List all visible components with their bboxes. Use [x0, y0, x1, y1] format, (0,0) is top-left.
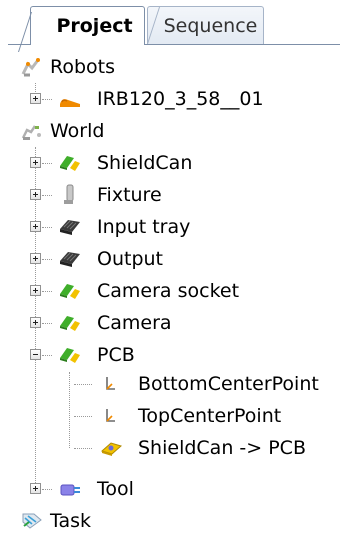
tree-label-attachment: ShieldCan -> PCB [138, 437, 306, 459]
tree-node-output[interactable]: Output [0, 243, 348, 275]
tree-label-output: Output [97, 248, 163, 270]
tree-node-task[interactable]: Task [0, 505, 348, 537]
frame-icon [99, 405, 123, 427]
part-icon [58, 280, 82, 302]
part-icon [58, 344, 82, 366]
tree-label-bottom-center-point: BottomCenterPoint [138, 373, 319, 395]
tree-label-top-center-point: TopCenterPoint [138, 405, 282, 427]
robots-folder-icon [20, 56, 44, 78]
tray-icon [58, 216, 82, 238]
tab-project[interactable]: Project [30, 6, 145, 45]
project-tree: Robots IRB120_3_58__01 World ShieldCan F… [0, 46, 348, 538]
tree-label-input-tray: Input tray [97, 216, 191, 238]
expand-robot-button[interactable] [30, 93, 41, 104]
tree-node-top-center-point[interactable]: TopCenterPoint [0, 400, 348, 432]
task-icon [20, 510, 44, 532]
tree-label-task: Task [50, 510, 92, 532]
tree-node-fixture[interactable]: Fixture [0, 179, 348, 211]
fixture-icon [58, 184, 82, 206]
world-station-icon [20, 120, 44, 142]
tree-node-robot[interactable]: IRB120_3_58__01 [0, 83, 348, 115]
robot-arm-icon [58, 88, 82, 110]
expand-output-button[interactable] [30, 253, 41, 264]
tree-label-robot: IRB120_3_58__01 [97, 88, 264, 110]
tray-icon [58, 248, 82, 270]
tree-node-input-tray[interactable]: Input tray [0, 211, 348, 243]
tree-node-world[interactable]: World [0, 115, 348, 147]
tab-sequence[interactable]: Sequence [147, 6, 264, 44]
tree-node-pcb[interactable]: PCB [0, 339, 348, 371]
attachment-icon [99, 437, 123, 459]
tree-node-robots[interactable]: Robots [0, 51, 348, 83]
tree-node-tool[interactable]: Tool [0, 473, 348, 505]
tree-node-camera[interactable]: Camera [0, 307, 348, 339]
part-icon [58, 152, 82, 174]
frame-icon [99, 373, 123, 395]
tree-node-camera-socket[interactable]: Camera socket [0, 275, 348, 307]
expand-camera-socket-button[interactable] [30, 285, 41, 296]
expand-tool-button[interactable] [30, 483, 41, 494]
tree-label-robots: Robots [50, 56, 116, 78]
tree-label-pcb: PCB [97, 344, 135, 366]
tree-label-fixture: Fixture [97, 184, 162, 206]
tool-icon [58, 478, 82, 500]
collapse-pcb-button[interactable] [30, 349, 41, 360]
tree-node-bottom-center-point[interactable]: BottomCenterPoint [0, 368, 348, 400]
expand-shieldcan-button[interactable] [30, 157, 41, 168]
tree-node-attachment[interactable]: ShieldCan -> PCB [0, 432, 348, 464]
project-panel: Sequence Project Robots IRB120_3_58__01 … [0, 0, 348, 538]
tree-label-shieldcan: ShieldCan [97, 152, 193, 174]
tree-label-world: World [50, 120, 105, 142]
expand-fixture-button[interactable] [30, 189, 41, 200]
tree-label-camera: Camera [97, 312, 172, 334]
tree-label-tool: Tool [97, 478, 134, 500]
tab-sequence-label: Sequence [163, 14, 258, 37]
expand-input-tray-button[interactable] [30, 221, 41, 232]
tab-project-label: Project [56, 15, 133, 37]
part-icon [58, 312, 82, 334]
tree-node-shieldcan[interactable]: ShieldCan [0, 147, 348, 179]
expand-camera-button[interactable] [30, 317, 41, 328]
tab-strip: Sequence Project [0, 0, 348, 46]
tree-label-camera-socket: Camera socket [97, 280, 240, 302]
